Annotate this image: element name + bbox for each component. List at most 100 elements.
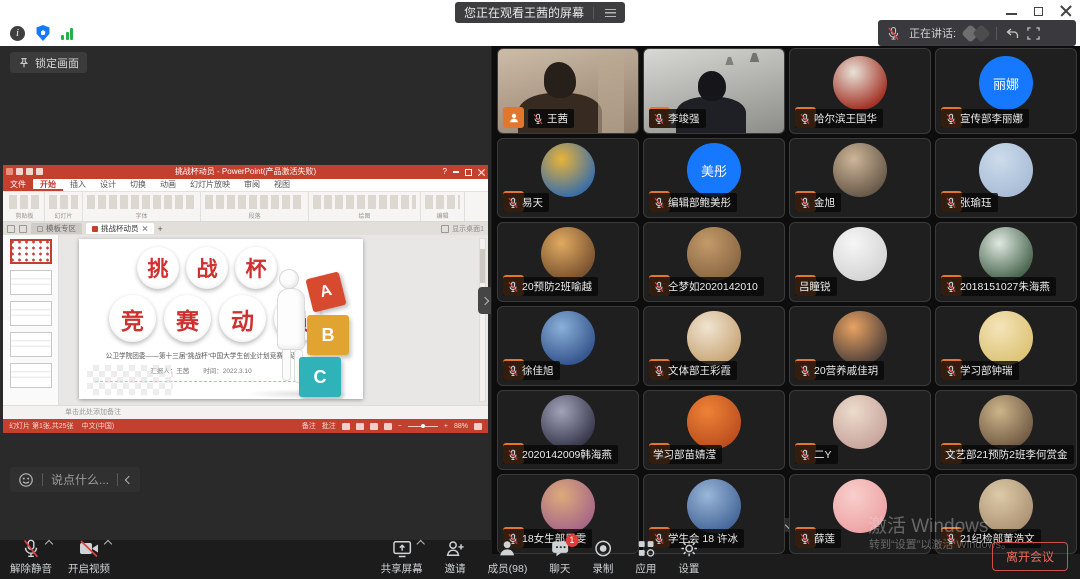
shared-powerpoint-window: 挑战杯动员 - PowerPoint(产品激活失败) ? 文件开始插入设计切换动… [3,165,488,433]
mic-muted-icon [507,281,519,293]
ppt-quick-access-icons [6,168,43,175]
ppt-ribbon-tab: 视图 [267,179,297,191]
slide-title-row1: 挑战杯 [137,247,277,289]
fullscreen-icon[interactable] [1027,27,1040,40]
share-screen-label: 共享屏幕 [381,561,423,576]
emoji-icon[interactable] [18,472,34,488]
participant-name: 学习部苗婧滢 [653,447,716,462]
network-signal-icon[interactable] [61,27,73,40]
participant-tile[interactable]: 金旭 [789,138,931,218]
camera-off-icon [78,538,100,559]
participant-tile[interactable]: 徐佳旭 [497,306,639,386]
slide-title-circle: 杯 [235,247,277,289]
participant-tile[interactable]: 20预防2班喻越 [497,222,639,302]
back-arrow-icon[interactable] [1005,27,1019,40]
participant-avatar [687,311,741,365]
maximize-button[interactable] [1034,7,1043,16]
watching-screen-pill[interactable]: 您正在观看王茜的屏幕 [455,2,625,23]
participant-name: 徐佳旭 [522,363,554,378]
ppt-slide-canvas: 挑战杯 竞赛动员 公卫学院团委——第十三届“挑战杯”中国大学生创业计划竞赛介绍 … [79,239,363,399]
invite-button[interactable]: 邀请 [445,538,466,576]
record-button[interactable]: 录制 [592,538,613,576]
close-button[interactable] [1060,5,1072,17]
participant-tile[interactable]: 李竣强 [643,48,785,134]
invite-label: 邀请 [445,561,466,576]
participant-nameplate: 二Y [795,445,838,464]
participant-avatar [979,395,1033,449]
participant-nameplate: 文艺部21预防2班李何赏金 [941,445,1074,464]
participant-tile[interactable]: 文体部王彩霞 [643,306,785,386]
participant-tile[interactable]: 学习部钟瑞 [935,306,1077,386]
participant-nameplate: 李竣强 [649,109,706,128]
participant-nameplate: 学习部钟瑞 [941,361,1019,380]
participant-grid: 王茜 李竣强 [492,46,1080,554]
ppt-window-title: 挑战杯动员 - PowerPoint(产品激活失败) [175,167,316,176]
tab-document: 挑战杯动员 [86,223,154,234]
mic-muted-icon [532,113,544,125]
collapse-chat-icon[interactable] [125,475,133,483]
view-slideshow-icon [384,423,392,430]
chat-input[interactable]: 说点什么... [51,471,109,488]
members-icon [497,538,518,559]
ppt-ribbon-tab: 审阅 [237,179,267,191]
show-desktop: 显示桌面1 [441,224,484,234]
participant-nameplate: 仝梦如2020142010 [649,277,764,296]
participant-tile[interactable]: 学习部苗婧滢 [643,390,785,470]
apps-button[interactable]: 应用 [635,538,656,576]
chat-button[interactable]: 1 聊天 [549,538,570,576]
slide-date: 时间：2022.3.10 [203,365,251,375]
participant-nameplate: 编辑部鲍美彤 [649,193,737,212]
share-options-caret[interactable] [416,540,424,548]
panel-expand-handle[interactable] [478,287,491,314]
participant-tile[interactable]: 张瑜珏 [935,138,1077,218]
quick-chat-bar[interactable]: 说点什么... [10,467,140,492]
unmute-button[interactable]: 解除静音 [10,538,52,576]
leave-meeting-button[interactable]: 离开会议 [992,542,1068,571]
participant-name: 编辑部鲍美彤 [668,195,731,210]
lock-view-button[interactable]: 锁定画面 [10,52,87,73]
record-icon [592,538,613,559]
start-video-button[interactable]: 开启视频 [68,538,110,576]
participant-tile[interactable]: 哈尔滨王国华 [789,48,931,134]
ppt-workspace: 挑战杯 竞赛动员 公卫学院团委——第十三届“挑战杯”中国大学生创业计划竞赛介绍 … [3,235,488,405]
share-screen-button[interactable]: 共享屏幕 [381,538,423,576]
participant-tile[interactable]: 20营养戚佳玥 [789,306,931,386]
apps-label: 应用 [635,561,656,576]
participant-tile[interactable]: 仝梦如2020142010 [643,222,785,302]
mic-muted-icon [945,281,957,293]
mic-muted-icon [507,449,519,461]
meeting-info-icon[interactable] [10,26,25,41]
figure-3d [282,347,291,381]
members-button[interactable]: 成员(98) [488,538,528,576]
tab-home: 模板专区 [31,223,82,234]
participant-tile[interactable]: 吕瞳锐 [789,222,931,302]
participant-tile[interactable]: 2020142009韩海燕 [497,390,639,470]
settings-button[interactable]: 设置 [678,538,699,576]
mic-options-caret[interactable] [45,540,53,548]
meeting-window: 您正在观看王茜的屏幕 正在讲话: [0,0,1080,579]
participant-tile[interactable]: 王茜 [497,48,639,134]
close-tab-icon [142,226,148,232]
participant-tile[interactable]: 丽娜 宣传部李丽娜 [935,48,1077,134]
ppt-ribbon-group: 幻灯片 [45,192,83,221]
participant-tile[interactable]: 二Y [789,390,931,470]
security-shield-icon[interactable] [36,25,50,41]
ppt-ribbon: 剪贴板幻灯片字体段落绘图编辑 [3,192,488,222]
video-options-caret[interactable] [104,540,112,548]
menu-icon[interactable] [605,9,616,17]
share-screen-icon [391,538,412,559]
participant-nameplate: 王茜 [528,109,574,128]
participant-nameplate: 金旭 [795,193,841,212]
participant-avatar [541,143,595,197]
participant-tile[interactable]: 2018151027朱海燕 [935,222,1077,302]
figure-3d [279,269,299,289]
slide-thumbnail [10,301,52,326]
view-reading-icon [370,423,378,430]
slide-subtitle: 公卫学院团委——第十三届“挑战杯”中国大学生创业计划竞赛介绍 [93,351,310,361]
participant-tile[interactable]: 易天 [497,138,639,218]
participant-tile[interactable]: 文艺部21预防2班李何赏金 [935,390,1077,470]
mic-muted-icon [653,365,665,377]
participant-tile[interactable]: 美彤 编辑部鲍美彤 [643,138,785,218]
minimize-button[interactable] [1006,13,1017,15]
person-silhouette [698,71,726,101]
